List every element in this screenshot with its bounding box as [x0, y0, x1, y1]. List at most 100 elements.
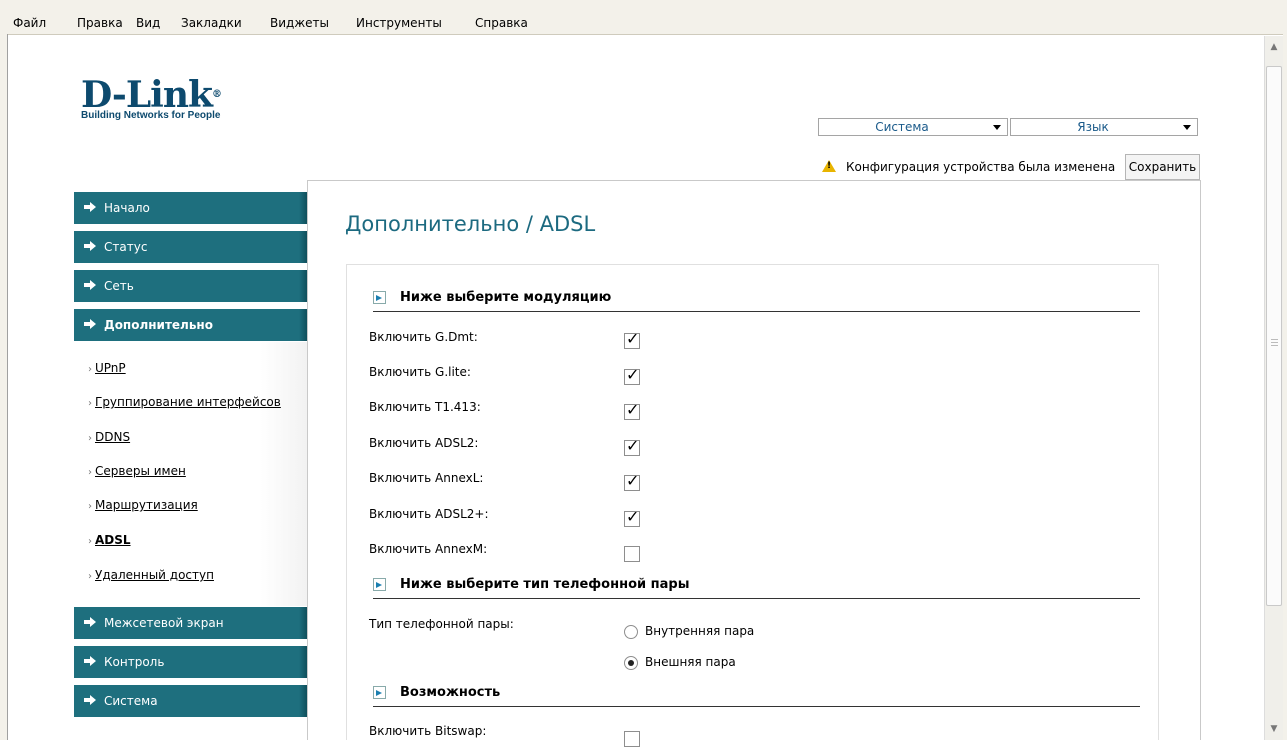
sidebar-item-label: Контроль	[104, 655, 165, 669]
language-select[interactable]: Язык	[1010, 118, 1198, 136]
save-button[interactable]: Сохранить	[1125, 154, 1200, 180]
submenu-item-ddns[interactable]: › DDNS	[88, 430, 130, 444]
sidebar-item-label: Начало	[104, 201, 150, 215]
sidebar-item-system[interactable]: Система	[74, 685, 307, 717]
checkbox-glite[interactable]: ✓	[624, 365, 640, 385]
submenu-item-label[interactable]: DDNS	[95, 430, 130, 444]
section-title: Ниже выберите модуляцию	[400, 290, 612, 305]
chevron-down-icon	[1183, 125, 1191, 130]
scroll-down-icon[interactable]: ▼	[1265, 720, 1283, 738]
bullet-icon: ›	[88, 467, 92, 478]
menu-edit[interactable]: Правка	[77, 15, 123, 31]
submenu-item-label[interactable]: Серверы имен	[95, 464, 186, 478]
system-select-value: Система	[875, 120, 929, 134]
submenu-item-label[interactable]: Группирование интерфейсов	[95, 395, 281, 409]
submenu-item-label[interactable]: Маршрутизация	[95, 498, 198, 512]
checkbox-adsl2plus[interactable]: ✓	[624, 507, 640, 527]
submenu-item-routing[interactable]: › Маршрутизация	[88, 498, 198, 512]
checkmark-icon: ✓	[626, 365, 640, 384]
bullet-icon: ›	[88, 398, 92, 409]
field-label-adsl2plus: Включить ADSL2+:	[369, 507, 489, 521]
field-label-annexm: Включить AnnexM:	[369, 542, 488, 556]
radio-inner-pair[interactable]	[624, 625, 638, 639]
bullet-icon: ›	[88, 571, 92, 582]
section-phone-pair: Ниже выберите тип телефонной пары	[373, 576, 1140, 599]
bullet-icon: ›	[88, 364, 92, 375]
scroll-up-icon[interactable]: ▲	[1265, 38, 1283, 56]
notice-text: Конфигурация устройства была изменена	[846, 160, 1116, 174]
logo-tagline: Building Networks for People	[81, 110, 221, 121]
field-label-adsl2: Включить ADSL2:	[369, 436, 479, 450]
menu-file[interactable]: Файл	[13, 15, 46, 31]
checkmark-icon: ✓	[626, 329, 640, 348]
menu-help[interactable]: Справка	[475, 15, 528, 31]
arrow-right-icon	[84, 280, 96, 290]
bullet-icon: ›	[88, 501, 92, 512]
sidebar-item-label: Дополнительно	[104, 318, 213, 332]
section-features: Возможность	[373, 684, 1140, 707]
submenu-item-interface-grouping[interactable]: › Группирование интерфейсов	[88, 395, 281, 409]
radio-outer-pair[interactable]	[624, 656, 638, 670]
chevron-down-icon	[993, 125, 1001, 130]
sidebar-item-label: Сеть	[104, 279, 134, 293]
menu-widgets[interactable]: Виджеты	[270, 15, 329, 31]
section-modulation: Ниже выберите модуляцию	[373, 289, 1140, 312]
bullet-icon: ›	[88, 536, 92, 547]
checkbox-adsl2[interactable]: ✓	[624, 436, 640, 456]
section-title: Возможность	[400, 685, 501, 700]
sidebar-item-status[interactable]: Статус	[74, 231, 307, 263]
language-select-value: Язык	[1077, 120, 1109, 134]
section-arrow-icon	[373, 686, 386, 699]
scroll-grip-icon	[1271, 337, 1278, 346]
submenu-item-remote-access[interactable]: › Удаленный доступ	[88, 568, 214, 582]
sidebar-item-label: Система	[104, 694, 158, 708]
section-arrow-icon	[373, 291, 386, 304]
sidebar-item-firewall[interactable]: Межсетевой экран	[74, 607, 307, 639]
arrow-right-icon	[84, 617, 96, 627]
arrow-right-icon	[84, 241, 96, 251]
checkbox-annexl[interactable]: ✓	[624, 471, 640, 491]
window-left-border	[0, 34, 8, 740]
menu-view[interactable]: Вид	[136, 15, 160, 31]
warning-icon	[822, 160, 836, 172]
checkbox-annexm[interactable]	[624, 546, 640, 562]
sidebar-item-advanced[interactable]: Дополнительно	[74, 309, 307, 341]
radio-selected-dot	[628, 660, 634, 666]
field-label-gdmt: Включить G.Dmt:	[369, 330, 478, 344]
checkbox-gdmt[interactable]: ✓	[624, 329, 640, 349]
section-title: Ниже выберите тип телефонной пары	[400, 577, 690, 592]
sidebar-item-network[interactable]: Сеть	[74, 270, 307, 302]
window-right-border	[1283, 34, 1287, 740]
scroll-thumb[interactable]	[1266, 66, 1282, 606]
arrow-right-icon	[84, 202, 96, 212]
submenu-item-label[interactable]: ADSL	[95, 533, 131, 547]
checkmark-icon: ✓	[626, 471, 640, 490]
field-label-pair-type: Тип телефонной пары:	[369, 617, 514, 631]
section-arrow-icon	[373, 578, 386, 591]
vertical-scrollbar[interactable]: ▲ ▼	[1264, 36, 1283, 740]
sidebar-item-start[interactable]: Начало	[74, 192, 307, 224]
system-select[interactable]: Система	[818, 118, 1008, 136]
arrow-right-icon	[84, 319, 96, 329]
checkbox-t1413[interactable]: ✓	[624, 400, 640, 420]
menu-tools[interactable]: Инструменты	[356, 15, 442, 31]
sidebar-item-label: Межсетевой экран	[104, 616, 224, 630]
bullet-icon: ›	[88, 433, 92, 444]
submenu-item-label[interactable]: Удаленный доступ	[95, 568, 214, 582]
submenu-item-name-servers[interactable]: › Серверы имен	[88, 464, 186, 478]
logo-brand: D-Link®	[81, 74, 222, 116]
radio-label-outer-pair[interactable]: Внешняя пара	[645, 655, 736, 669]
submenu-item-adsl[interactable]: › ADSL	[88, 533, 131, 547]
field-label-bitswap: Включить Bitswap:	[369, 724, 487, 738]
checkmark-icon: ✓	[626, 436, 640, 455]
submenu-item-label[interactable]: UPnP	[95, 361, 126, 375]
checkmark-icon: ✓	[626, 507, 640, 526]
browser-menubar: Файл Правка Вид Закладки Виджеты Инструм…	[0, 0, 1287, 35]
arrow-right-icon	[84, 656, 96, 666]
radio-label-inner-pair[interactable]: Внутренняя пара	[645, 624, 754, 638]
submenu-item-upnp[interactable]: › UPnP	[88, 361, 126, 375]
menu-bookmarks[interactable]: Закладки	[181, 15, 242, 31]
sidebar-item-control[interactable]: Контроль	[74, 646, 307, 678]
checkmark-icon: ✓	[626, 400, 640, 419]
checkbox-bitswap[interactable]	[624, 731, 640, 747]
